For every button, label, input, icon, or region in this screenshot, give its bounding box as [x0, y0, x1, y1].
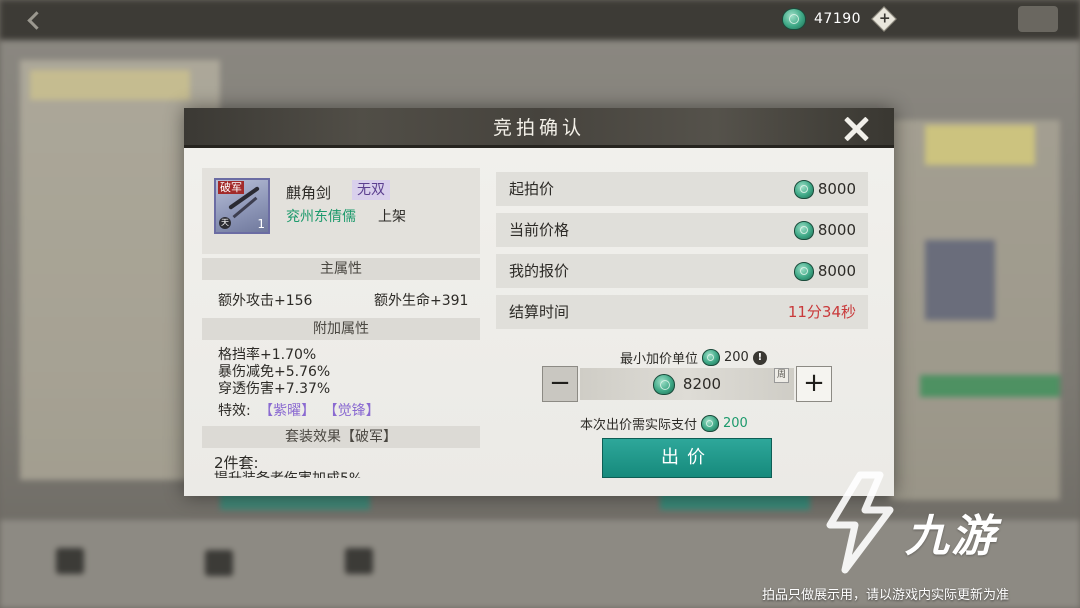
price-row-current: 当前价格 8000 — [496, 213, 868, 247]
watermark-brand: 九游 — [905, 511, 997, 562]
dialog-body: 破军 天 1 麒角剑 无双 兖州东倩儒 上架 主属性 额外攻击+156 额外生命… — [184, 148, 894, 496]
price-label: 当前价格 — [509, 221, 570, 239]
plus-icon: + — [878, 10, 891, 27]
effect-tag[interactable]: 【紫曜】 — [259, 403, 315, 419]
min-increment-value: 200 — [724, 350, 749, 365]
stat-penetration: 穿透伤害+7.37% — [218, 381, 331, 397]
bid-stepper: − 8200 周 + — [542, 366, 832, 404]
price-label: 结算时间 — [509, 303, 570, 321]
item-summary: 破军 天 1 麒角剑 无双 兖州东倩儒 上架 — [202, 168, 480, 254]
countdown-timer: 11分34秒 — [787, 303, 856, 321]
set-desc: 提升装备者伤害加成5% — [214, 468, 362, 478]
jade-coin-icon — [701, 415, 720, 432]
menu-icon[interactable] — [1018, 6, 1058, 32]
price-value-wrap: 8000 — [793, 213, 856, 247]
info-icon[interactable]: ! — [752, 350, 767, 365]
stat-attack: 额外攻击+156 — [218, 293, 313, 309]
item-name: 麒角剑 — [286, 184, 332, 202]
set-effect-heading: 套装效果【破军】 — [202, 426, 480, 448]
extra-attr-heading: 附加属性 — [202, 318, 480, 340]
main-attr-heading: 主属性 — [202, 258, 480, 280]
watermark-logo-icon — [826, 471, 894, 574]
min-increment-label: 最小加价单位 — [620, 352, 699, 367]
increase-bid-button[interactable]: + — [796, 366, 832, 402]
stat-health: 额外生命+391 — [374, 293, 469, 309]
price-label: 我的报价 — [509, 262, 570, 280]
grade-badge: 天 — [219, 217, 231, 229]
decrease-bid-button[interactable]: − — [542, 366, 578, 402]
jade-coin-icon — [782, 8, 806, 30]
background-yellow-block — [925, 125, 1035, 165]
background-icon — [205, 550, 233, 576]
item-quality-tag: 无双 — [352, 180, 390, 200]
jade-coin-icon — [793, 220, 814, 240]
item-seller[interactable]: 兖州东倩儒 — [286, 206, 356, 226]
rank-badge: 破军 — [218, 181, 244, 194]
sword-item-icon[interactable]: 破军 天 1 — [214, 178, 270, 234]
payment-info: 本次出价需实际支付 200 — [580, 414, 748, 433]
price-value-wrap: 8000 — [793, 172, 856, 206]
stepper-mini-tag[interactable]: 周 — [774, 368, 790, 383]
special-effects: 特效: 【紫曜】 【觉锋】 — [218, 400, 380, 420]
price-row-settle-time: 结算时间 11分34秒 — [496, 295, 868, 329]
jade-coin-icon — [793, 179, 814, 199]
price-row-start: 起拍价 8000 — [496, 172, 868, 206]
close-icon[interactable] — [839, 112, 873, 146]
effect-tag[interactable]: 【觉锋】 — [324, 403, 380, 419]
bid-amount-field[interactable]: 8200 — [580, 368, 794, 400]
item-listed-label: 上架 — [378, 209, 406, 225]
price-value-wrap: 8000 — [793, 254, 856, 288]
jade-coin-icon — [702, 349, 721, 366]
price-value: 8000 — [817, 262, 856, 280]
jade-coin-icon — [652, 373, 675, 395]
price-value: 8000 — [817, 180, 856, 198]
price-label: 起拍价 — [509, 180, 555, 198]
back-arrow-icon[interactable] — [24, 10, 44, 30]
background-stripe — [30, 70, 190, 100]
currency-display: 47190 + — [782, 5, 897, 33]
effect-label: 特效: — [218, 403, 251, 419]
bid-amount-value: 8200 — [682, 375, 722, 393]
background-item-card — [925, 240, 995, 320]
pay-label: 本次出价需实际支付 — [580, 418, 698, 433]
price-value: 8000 — [817, 221, 856, 239]
background-icon — [56, 548, 84, 574]
price-row-my-bid: 我的报价 8000 — [496, 254, 868, 288]
background-top-bar — [0, 0, 1080, 40]
auction-confirm-dialog: 竞拍确认 破军 天 1 麒角剑 无双 兖州东倩儒 上架 主属性 额外攻击+156… — [184, 108, 894, 496]
place-bid-button[interactable]: 出价 — [602, 438, 772, 478]
background-icon — [345, 548, 373, 574]
currency-amount: 47190 — [814, 11, 862, 27]
background-green-bar — [920, 375, 1060, 397]
pay-amount: 200 — [723, 416, 748, 431]
min-increment: 最小加价单位 200 ! — [620, 348, 767, 367]
disclaimer-text: 拍品只做展示用，请以游戏内实际更新为准 — [762, 588, 1010, 603]
dialog-title: 竞拍确认 — [492, 117, 585, 139]
item-level: 1 — [257, 217, 265, 231]
item-detail-panel: 破军 天 1 麒角剑 无双 兖州东倩儒 上架 主属性 额外攻击+156 额外生命… — [202, 168, 480, 478]
dialog-header: 竞拍确认 — [184, 108, 894, 148]
jade-coin-icon — [793, 261, 814, 281]
add-currency-button[interactable]: + — [871, 6, 897, 32]
